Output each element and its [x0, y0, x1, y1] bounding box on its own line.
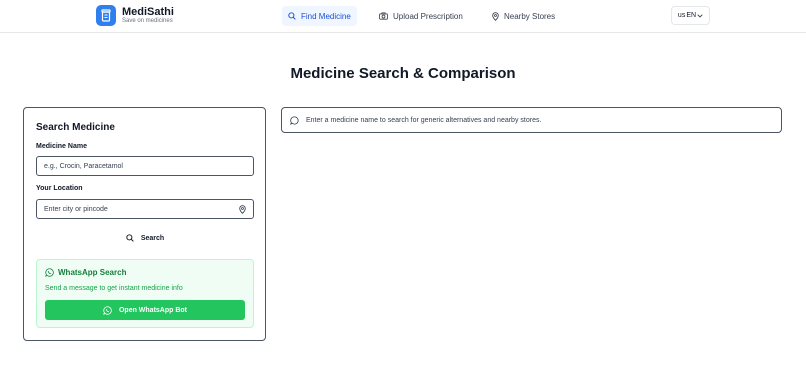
nav-find-medicine[interactable]: Find Medicine — [282, 6, 357, 26]
search-icon — [288, 12, 296, 20]
search-panel-title: Search Medicine — [36, 122, 115, 133]
medicine-name-input[interactable]: e.g., Crocin, Paracetamol — [36, 156, 254, 176]
results-message: Enter a medicine name to search for gene… — [306, 116, 542, 124]
search-panel: Search Medicine Medicine Name e.g., Croc… — [23, 107, 266, 341]
nav-upload-prescription-label: Upload Prescription — [393, 11, 463, 21]
whatsapp-icon — [103, 305, 112, 315]
location-input[interactable]: Enter city or pincode — [36, 199, 254, 219]
camera-icon — [379, 12, 388, 20]
map-pin-icon[interactable] — [239, 204, 246, 214]
medicine-name-placeholder: e.g., Crocin, Paracetamol — [44, 162, 123, 170]
whatsapp-title-text: WhatsApp Search — [58, 268, 127, 277]
whatsapp-card: WhatsApp Search Send a message to get in… — [36, 259, 254, 328]
whatsapp-icon — [45, 268, 54, 277]
page-title: Medicine Search & Comparison — [290, 65, 516, 82]
top-navbar: MediSathi Save on medicines Find Medicin… — [0, 0, 806, 33]
language-code: EN — [686, 12, 697, 19]
brand-tagline: Save on medicines — [122, 18, 173, 24]
map-pin-icon — [492, 11, 499, 21]
search-icon — [126, 234, 134, 242]
chevron-down-icon — [697, 13, 703, 18]
nav-find-medicine-label: Find Medicine — [301, 11, 351, 21]
whatsapp-title: WhatsApp Search — [45, 268, 126, 277]
results-placeholder: Enter a medicine name to search for gene… — [281, 107, 782, 133]
nav-nearby-stores-label: Nearby Stores — [504, 11, 556, 21]
logo-icon[interactable] — [96, 5, 116, 26]
whatsapp-description: Send a message to get instant medicine i… — [45, 285, 183, 292]
pill-bottle-icon — [101, 9, 111, 22]
brand-name[interactable]: MediSathi — [122, 6, 174, 18]
location-label: Your Location — [36, 185, 83, 192]
search-button-label: Search — [140, 234, 165, 242]
message-circle-icon — [290, 115, 299, 125]
search-button[interactable]: Search — [36, 229, 254, 247]
open-whatsapp-bot-button[interactable]: Open WhatsApp Bot — [45, 300, 245, 320]
nav-nearby-stores[interactable]: Nearby Stores — [486, 6, 561, 26]
language-selector[interactable]: us EN — [671, 6, 710, 25]
medicine-name-label: Medicine Name — [36, 143, 87, 150]
nav-upload-prescription[interactable]: Upload Prescription — [373, 6, 469, 26]
language-flag: us — [677, 12, 686, 19]
open-whatsapp-bot-label: Open WhatsApp Bot — [118, 306, 188, 314]
location-placeholder: Enter city or pincode — [44, 205, 108, 213]
